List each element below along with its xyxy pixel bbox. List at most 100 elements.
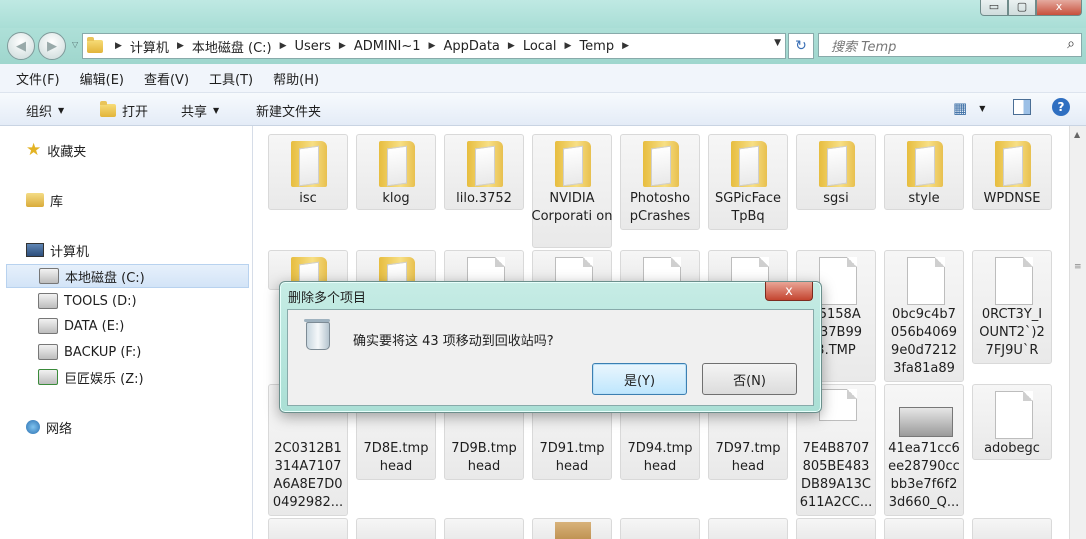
open-button[interactable]: 打开: [100, 101, 148, 120]
chevron-right-icon[interactable]: ▶: [177, 41, 184, 51]
folder-icon: [87, 36, 103, 53]
folder-icon: [555, 141, 591, 187]
list-item[interactable]: [356, 518, 436, 539]
search-placeholder: 搜索 Temp: [831, 39, 897, 55]
breadcrumb-appdata[interactable]: AppData: [443, 39, 499, 54]
breadcrumb-computer[interactable]: 计算机: [130, 37, 169, 56]
item-label: 41ea71cc6 ee28790cc bb3e7f6f2 3d660_Q...: [888, 441, 960, 510]
open-label: 打开: [122, 105, 149, 120]
item-label: 0bc9c4b7 056b4069 9e0d7212 3fa81a89: [890, 307, 958, 376]
back-button[interactable]: ◀: [7, 32, 35, 60]
sidebar-item-libraries[interactable]: 库: [26, 188, 276, 212]
sidebar-item-label: TOOLS (D:): [64, 293, 137, 309]
navigation-pane: ★ 收藏夹 库 计算机 本地磁盘 (C:) TOOLS (D:) DATA (E…: [0, 126, 253, 539]
drive-icon: [38, 293, 58, 309]
sidebar-item-computer[interactable]: 计算机: [26, 238, 276, 262]
chevron-right-icon[interactable]: ▶: [508, 41, 515, 51]
dialog-close-button[interactable]: x: [765, 282, 813, 301]
minimize-button[interactable]: ▭: [980, 0, 1008, 16]
sidebar-item-network[interactable]: 网络: [26, 415, 276, 439]
breadcrumb-local-disk[interactable]: 本地磁盘 (C:): [192, 37, 272, 56]
list-item[interactable]: [972, 518, 1052, 539]
local-disk-icon: [39, 268, 59, 284]
item-label: Photosho pCrashes: [629, 191, 691, 224]
address-bar[interactable]: ▶ 计算机 ▶ 本地磁盘 (C:) ▶ Users ▶ ADMINI~1 ▶ A…: [82, 33, 786, 59]
view-grid-icon: ▦: [953, 99, 968, 117]
sidebar-item-drive-d[interactable]: TOOLS (D:): [38, 289, 288, 313]
sidebar-item-drive-e[interactable]: DATA (E:): [38, 314, 288, 338]
chevron-right-icon[interactable]: ▶: [339, 41, 346, 51]
command-bar: 组织 ▼ 打开 共享 ▼ 新建文件夹 ▦ ▼ ?: [0, 93, 1086, 126]
refresh-button[interactable]: ↻: [788, 33, 814, 59]
network-drive-icon: [38, 369, 58, 385]
item-label: 7E4B8707 805BE483 DB89A13C 611A2CC...: [799, 441, 873, 510]
sidebar-item-favorites[interactable]: ★ 收藏夹: [26, 138, 276, 162]
menu-bar: 文件(F) 编辑(E) 查看(V) 工具(T) 帮助(H): [0, 64, 1086, 93]
organize-button[interactable]: 组织 ▼: [26, 101, 64, 120]
item-label: WPDNSE: [983, 191, 1041, 206]
list-item[interactable]: [884, 518, 964, 539]
chevron-right-icon[interactable]: ▶: [280, 41, 287, 51]
new-folder-button[interactable]: 新建文件夹: [256, 101, 321, 120]
list-item[interactable]: [620, 518, 700, 539]
view-options-button[interactable]: ▦ ▼: [953, 99, 985, 117]
scroll-up-icon[interactable]: ▲: [1074, 130, 1080, 139]
preview-pane-button[interactable]: [1013, 99, 1031, 115]
menu-tools[interactable]: 工具(T): [209, 69, 253, 88]
chevron-down-icon: ▼: [58, 106, 65, 115]
share-button[interactable]: 共享 ▼: [181, 101, 219, 120]
no-button[interactable]: 否(N): [702, 363, 797, 395]
folder-icon: [995, 141, 1031, 187]
close-button[interactable]: x: [1036, 0, 1082, 16]
forward-button[interactable]: ▶: [38, 32, 66, 60]
list-item[interactable]: [268, 518, 348, 539]
breadcrumb-users[interactable]: Users: [295, 39, 331, 54]
chevron-right-icon[interactable]: ▶: [115, 41, 122, 51]
scroll-thumb-grip-icon[interactable]: ≡: [1074, 262, 1082, 272]
item-label: 7D94.tmp head: [627, 441, 693, 474]
list-item[interactable]: [708, 518, 788, 539]
help-button[interactable]: ?: [1052, 98, 1070, 116]
item-label: 7D97.tmp head: [715, 441, 781, 474]
item-label: sgsi: [823, 191, 849, 206]
search-input[interactable]: 搜索 Temp ⌕: [818, 33, 1082, 57]
maximize-button[interactable]: ▢: [1008, 0, 1036, 16]
breadcrumb-admini[interactable]: ADMINI~1: [354, 39, 421, 54]
menu-view[interactable]: 查看(V): [144, 69, 189, 88]
new-folder-label: 新建文件夹: [256, 105, 322, 120]
item-label: 0RCT3Y_I OUNT2`)2 7FJ9U`R: [979, 307, 1045, 358]
yes-button[interactable]: 是(Y): [592, 363, 687, 395]
sidebar-item-label: 本地磁盘 (C:): [65, 270, 145, 286]
sidebar-item-label: 计算机: [50, 244, 90, 260]
address-dropdown-icon[interactable]: ▼: [774, 38, 781, 48]
window-controls: ▭ ▢ x: [980, 0, 1082, 18]
item-label: isc: [299, 191, 317, 206]
search-icon[interactable]: ⌕: [1067, 36, 1075, 52]
drive-icon: [38, 318, 58, 334]
list-item[interactable]: [796, 518, 876, 539]
breadcrumb-temp[interactable]: Temp: [579, 39, 614, 54]
item-label: lilo.3752: [456, 191, 512, 206]
item-label: NVIDIA Corporati on: [531, 191, 613, 224]
vertical-scrollbar[interactable]: ▲ ≡: [1069, 126, 1086, 539]
sidebar-item-label: 网络: [46, 421, 73, 437]
recent-pages-dropdown-icon[interactable]: ▽: [72, 40, 78, 49]
dialog-message: 确实要将这 43 项移动到回收站吗?: [353, 334, 554, 349]
sidebar-item-label: 收藏夹: [47, 144, 87, 160]
breadcrumb-local[interactable]: Local: [523, 39, 557, 54]
menu-file[interactable]: 文件(F): [16, 69, 60, 88]
sidebar-item-drive-f[interactable]: BACKUP (F:): [38, 340, 288, 364]
list-item[interactable]: [532, 518, 612, 539]
item-label: style: [908, 191, 940, 206]
chevron-right-icon[interactable]: ▶: [565, 41, 572, 51]
sidebar-item-drive-z[interactable]: 巨匠娱乐 (Z:): [38, 365, 288, 389]
folder-icon: [643, 141, 679, 187]
menu-edit[interactable]: 编辑(E): [80, 69, 124, 88]
dialog-title: 删除多个项目: [288, 291, 367, 306]
sidebar-item-drive-c[interactable]: 本地磁盘 (C:): [6, 264, 249, 288]
chevron-down-icon: ▼: [979, 103, 986, 113]
chevron-right-icon[interactable]: ▶: [622, 41, 629, 51]
menu-help[interactable]: 帮助(H): [273, 69, 319, 88]
chevron-right-icon[interactable]: ▶: [429, 41, 436, 51]
list-item[interactable]: [444, 518, 524, 539]
